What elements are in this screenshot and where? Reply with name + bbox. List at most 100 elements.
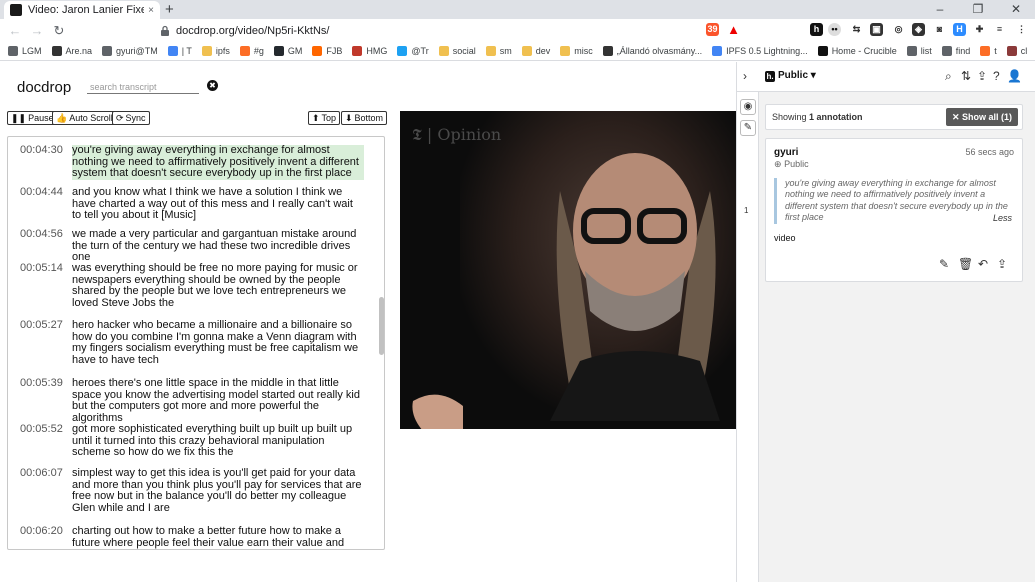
ext-dots-icon[interactable]: •• — [828, 23, 841, 36]
bookmark-item[interactable]: misc — [560, 46, 593, 56]
transcript-text[interactable]: simplest way to get this idea is you'll … — [72, 467, 364, 514]
bookmark-item[interactable]: #g — [239, 46, 264, 56]
transcript-text[interactable]: hero hacker who became a millionaire and… — [72, 319, 364, 366]
annotation-user[interactable]: gyuri — [774, 147, 798, 158]
ext-box-icon[interactable]: ▣ — [870, 23, 883, 36]
video-player[interactable]: 𝕿 | Opinion — [400, 111, 744, 429]
share-annotation-icon[interactable]: ⇪ — [997, 257, 1007, 271]
timestamp-link[interactable]: 00:05:52 — [8, 423, 72, 459]
transcript-row[interactable]: 00:06:20 charting out how to make a bette… — [8, 525, 368, 549]
timestamp-link[interactable]: 00:05:27 — [8, 319, 72, 366]
annotation-icon[interactable]: ✎ — [740, 120, 756, 136]
annotation-card[interactable]: gyuri 56 secs ago ⊕ Public you're giving… — [765, 138, 1023, 282]
bookmark-item[interactable]: find — [941, 46, 970, 56]
extensions-puzzle-icon[interactable]: ✚ — [973, 23, 986, 36]
ext-cube-icon[interactable]: ◈ — [912, 23, 925, 36]
menu-icon[interactable]: ⋮ — [1015, 23, 1028, 36]
address-bar[interactable]: docdrop.org/video/Np5ri-KktNs/ — [160, 21, 700, 40]
timestamp-link[interactable]: 00:06:20 — [8, 525, 72, 549]
brave-shield-icon[interactable]: 39 — [706, 23, 719, 36]
eye-icon[interactable]: ◉ — [740, 99, 756, 115]
reload-button[interactable]: ↻ — [48, 23, 70, 39]
scrollbar-thumb[interactable] — [379, 297, 384, 355]
close-window-button[interactable]: ✕ — [997, 0, 1035, 19]
tab-close-icon[interactable]: × — [148, 5, 154, 16]
timestamp-link[interactable]: 00:04:30 — [8, 144, 72, 180]
share-icon[interactable]: ⇪ — [977, 69, 987, 83]
search-icon[interactable]: ⌕ — [945, 69, 952, 84]
transcript-row[interactable]: 00:05:52 got more sophisticated everythin… — [8, 423, 368, 459]
forward-button[interactable]: → — [26, 23, 48, 38]
transcript-text[interactable]: got more sophisticated everything built … — [72, 423, 364, 459]
bookmark-item[interactable]: | T — [167, 46, 192, 56]
transcript-panel[interactable]: 00:04:30 you're giving away everything in… — [7, 136, 385, 550]
ext-arrows-icon[interactable]: ⇆ — [850, 23, 863, 36]
bookmark-item[interactable]: social — [438, 46, 476, 56]
bookmark-item[interactable]: Are.na — [51, 46, 92, 56]
restore-button[interactable]: ❐ — [959, 0, 997, 19]
transcript-row[interactable]: 00:05:39 heroes there's one little space … — [8, 377, 368, 424]
ext-globe-icon[interactable]: ◎ — [892, 23, 905, 36]
timestamp-link[interactable]: 00:06:07 — [8, 467, 72, 514]
bottom-button[interactable]: ⬇ Bottom — [341, 111, 388, 125]
transcript-row[interactable]: 00:04:44 and you know what I think we hav… — [8, 186, 368, 222]
timestamp-link[interactable]: 00:05:39 — [8, 377, 72, 424]
transcript-text[interactable]: charting out how to make a better future… — [72, 525, 364, 549]
highlighted-transcript-text[interactable]: you're giving away everything in exchang… — [72, 144, 364, 180]
show-all-button[interactable]: ✕ Show all (1) — [945, 108, 1018, 126]
bookmark-item[interactable]: GM — [273, 46, 302, 56]
bookmark-item[interactable]: Home - Crucible — [817, 46, 897, 56]
less-toggle[interactable]: Less — [993, 213, 1012, 223]
bookmark-item[interactable]: FJB — [312, 46, 342, 56]
transcript-text[interactable]: was everything should be free no more pa… — [72, 262, 364, 309]
reading-list-icon[interactable]: ≡ — [993, 23, 1006, 36]
bookmark-item[interactable]: list — [906, 46, 932, 56]
timestamp-link[interactable]: 00:05:14 — [8, 262, 72, 309]
bookmark-item[interactable]: „Állandó olvasmány... — [602, 46, 702, 56]
transcript-scrollbar[interactable] — [377, 137, 384, 549]
bookmark-item[interactable]: HMG — [352, 46, 387, 56]
user-menu-icon[interactable]: 👤 — [1007, 69, 1022, 83]
bookmark-item[interactable]: LGM — [8, 46, 42, 56]
camera-icon[interactable]: ◙ — [933, 23, 946, 36]
delete-icon[interactable]: 🗑 — [958, 257, 973, 271]
transcript-row[interactable]: 00:04:30 you're giving away everything in… — [8, 144, 368, 180]
clear-search-icon[interactable]: ✖ — [207, 80, 218, 91]
sort-icon[interactable]: ⇅ — [961, 69, 971, 83]
bookmark-item[interactable]: IPFS 0.5 Lightning... — [712, 46, 808, 56]
new-tab-button[interactable]: + — [165, 1, 174, 18]
browser-tab[interactable]: Video: Jaron Lanier Fixes the In × — [4, 1, 160, 19]
sidebar-hscrollbar[interactable] — [759, 574, 1035, 582]
transcript-text[interactable]: heroes there's one little space in the m… — [72, 377, 364, 424]
hypothesis-logo-icon[interactable]: h. — [765, 71, 775, 82]
back-button[interactable]: ← — [4, 23, 26, 38]
top-button[interactable]: ⬆ Top — [308, 111, 341, 125]
docdrop-logo[interactable]: docdrop — [17, 79, 71, 96]
minimize-button[interactable]: – — [921, 0, 959, 19]
bookmark-item[interactable]: sm — [485, 46, 512, 56]
reply-icon[interactable]: ↶ — [978, 257, 988, 271]
transcript-row[interactable]: 00:05:27 hero hacker who became a million… — [8, 319, 368, 366]
transcript-text[interactable]: and you know what I think we have a solu… — [72, 186, 364, 222]
sync-button[interactable]: ⟳ Sync — [112, 111, 150, 125]
transcript-row[interactable]: 00:05:14 was everything should be free no… — [8, 262, 368, 309]
transcript-row[interactable]: 00:06:07 simplest way to get this idea is… — [8, 467, 368, 514]
transcript-text[interactable]: we made a very particular and gargantuan… — [72, 228, 364, 264]
transcript-row[interactable]: 00:04:56 we made a very particular and ga… — [8, 228, 368, 264]
collapse-sidebar-icon[interactable]: › — [743, 69, 747, 83]
bookmark-item[interactable]: ipfs — [201, 46, 230, 56]
group-selector[interactable]: Public ▾ — [778, 70, 816, 81]
annotation-time[interactable]: 56 secs ago — [965, 147, 1014, 157]
auto-scroll-button[interactable]: 👍 Auto Scroll — [52, 111, 117, 125]
timestamp-link[interactable]: 00:04:44 — [8, 186, 72, 222]
pause-button[interactable]: ❚❚ Pause — [7, 111, 58, 125]
hypothesis-ext-icon[interactable]: h — [810, 23, 823, 36]
bookmark-item[interactable]: @Tr — [397, 46, 429, 56]
brave-rewards-icon[interactable]: ▲ — [727, 23, 740, 36]
bookmark-item[interactable]: gyuri@TM — [102, 46, 158, 56]
bookmark-item[interactable]: cl — [1006, 46, 1027, 56]
edit-icon[interactable]: ✎ — [939, 257, 949, 271]
search-transcript-input[interactable] — [87, 80, 199, 94]
ext-h-icon[interactable]: H — [953, 23, 966, 36]
bookmark-item[interactable]: t — [980, 46, 997, 56]
